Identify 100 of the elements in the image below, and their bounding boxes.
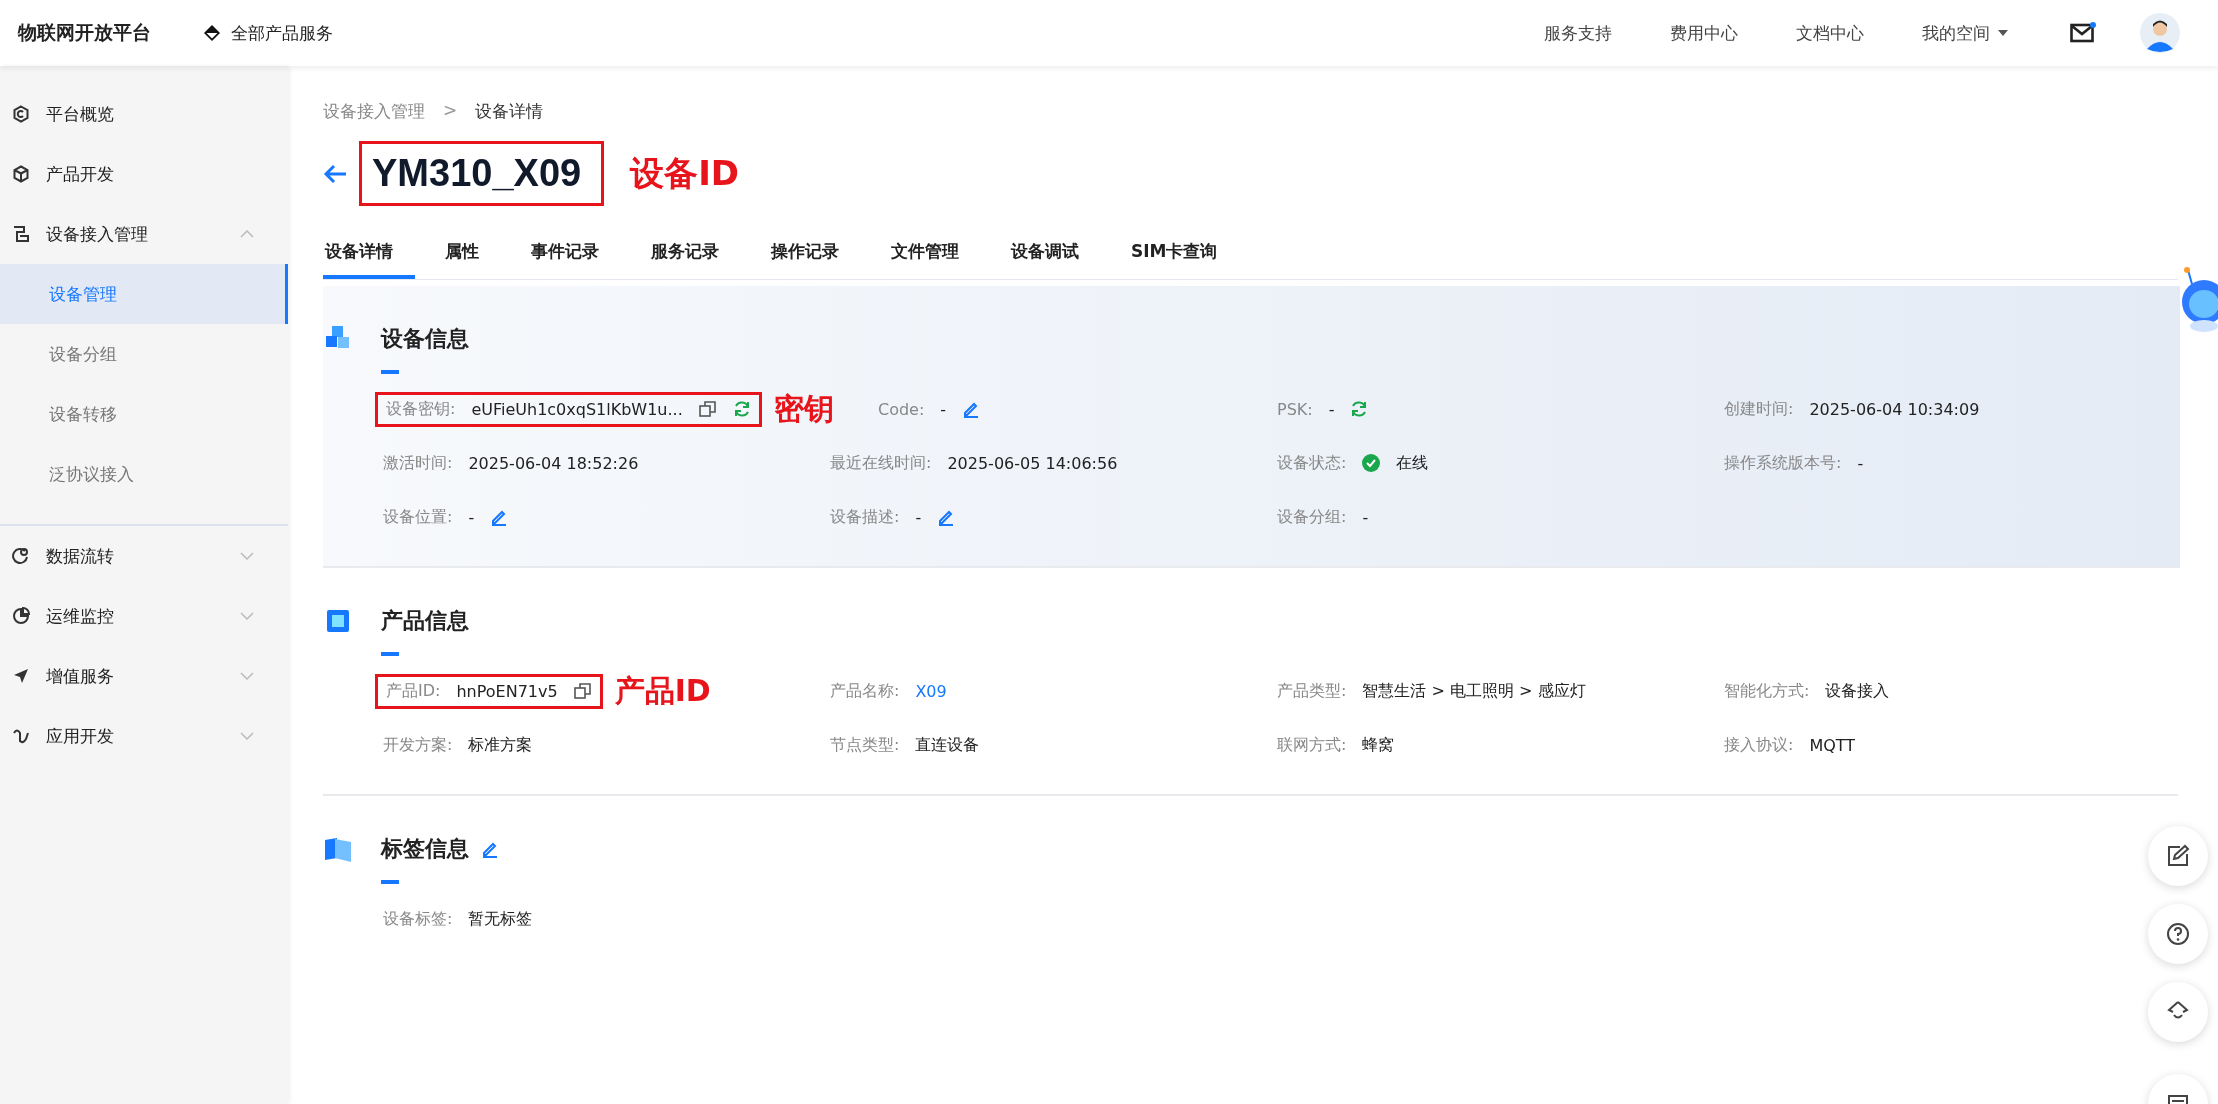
- menu-item-icon: [12, 667, 30, 685]
- field-label: 产品名称:: [830, 680, 900, 702]
- device-title: YM310_X09: [359, 141, 605, 206]
- sidebar-subitem[interactable]: 设备管理: [0, 264, 288, 324]
- field-label: 产品类型:: [1277, 680, 1347, 702]
- nav-link[interactable]: 费用中心: [1670, 21, 1738, 45]
- breadcrumb-separator: >: [443, 100, 458, 122]
- field-value: -: [1362, 507, 1369, 527]
- annotation-label: 密钥: [773, 389, 834, 428]
- chevron-icon: [240, 612, 254, 620]
- menu-item-icon: [12, 607, 30, 625]
- assistant-button[interactable]: [2148, 982, 2208, 1042]
- menu-item-icon: [12, 727, 30, 745]
- sidebar-item[interactable]: 设备接入管理: [0, 204, 288, 264]
- sidebar-item[interactable]: 数据流转: [0, 526, 288, 586]
- refresh-icon[interactable]: [732, 400, 751, 418]
- field-label: 最近在线时间:: [830, 452, 932, 474]
- menu-item-icon: [12, 547, 30, 565]
- chevron-icon: [240, 230, 254, 238]
- section-title: 标签信息: [381, 835, 469, 863]
- field-label: 设备标签:: [383, 908, 453, 930]
- field-label: 设备位置:: [383, 506, 453, 528]
- tab[interactable]: 服务记录: [629, 230, 741, 279]
- field-value: -: [1328, 399, 1335, 419]
- field-label: 激活时间:: [383, 452, 453, 474]
- sidebar-subitem[interactable]: 设备转移: [0, 384, 288, 444]
- field-value: 在线: [1396, 452, 1429, 474]
- feedback-button[interactable]: [2148, 826, 2208, 886]
- annotation-label: 产品ID: [614, 671, 711, 710]
- field-label: 联网方式:: [1277, 734, 1347, 756]
- help-icon: [2166, 922, 2190, 946]
- field-label: 设备描述:: [830, 506, 900, 528]
- menu-item-icon: [12, 105, 30, 123]
- minimize-icon: [2166, 1094, 2190, 1104]
- field-value: -: [915, 507, 922, 527]
- tab[interactable]: SIM卡查询: [1109, 230, 1240, 279]
- field-label: 操作系统版本号:: [1724, 452, 1842, 474]
- edit-icon[interactable]: [481, 840, 499, 858]
- all-products-link[interactable]: 全部产品服务: [203, 21, 333, 45]
- field-value: 2025-06-04 10:34:09: [1809, 399, 1980, 419]
- avatar-icon[interactable]: [2140, 13, 2180, 53]
- field-label: PSK:: [1277, 399, 1313, 419]
- chevron-icon: [240, 672, 254, 680]
- edit-icon[interactable]: [962, 400, 981, 418]
- tab[interactable]: 设备详情: [323, 230, 415, 279]
- menu-item-icon: [12, 225, 30, 243]
- product-name-link[interactable]: X09: [915, 681, 947, 701]
- nav-link[interactable]: 服务支持: [1544, 21, 1612, 45]
- back-arrow-icon[interactable]: [323, 163, 347, 184]
- tab[interactable]: 属性: [423, 230, 501, 279]
- section-title: 产品信息: [381, 607, 469, 635]
- field-label: 接入协议:: [1724, 734, 1794, 756]
- field-value: hnPoEN71v5: [456, 681, 558, 701]
- edit-icon: [2166, 844, 2190, 868]
- brand-title: 物联网开放平台: [18, 20, 151, 45]
- field-value: 智慧生活 > 电工照明 > 感应灯: [1362, 680, 1586, 702]
- tab[interactable]: 操作记录: [749, 230, 861, 279]
- tab[interactable]: 事件记录: [509, 230, 621, 279]
- breadcrumb-link[interactable]: 设备接入管理: [323, 100, 425, 123]
- field-value: 暂无标签: [468, 908, 533, 930]
- tab[interactable]: 文件管理: [869, 230, 981, 279]
- field-label: 节点类型:: [830, 734, 900, 756]
- field-label: 设备密钥:: [386, 398, 456, 420]
- workspace-dropdown[interactable]: 我的空间: [1922, 21, 2008, 45]
- sidebar-item[interactable]: 运维监控: [0, 586, 288, 646]
- edit-icon[interactable]: [490, 508, 509, 526]
- field-value: 2025-06-05 14:06:56: [947, 453, 1118, 473]
- mail-icon[interactable]: [2070, 22, 2096, 44]
- field-value: eUFieUh1c0xqS1lKbW1u...: [471, 399, 683, 419]
- field-value: 标准方案: [468, 734, 533, 756]
- field-value: -: [940, 399, 947, 419]
- annotation-label: 设备ID: [630, 151, 740, 195]
- breadcrumb-link[interactable]: 设备详情: [475, 100, 544, 123]
- caret-icon: [1998, 30, 2008, 36]
- edit-icon[interactable]: [937, 508, 956, 526]
- sidebar-item[interactable]: 应用开发: [0, 706, 288, 766]
- field-value: 2025-06-04 18:52:26: [468, 453, 639, 473]
- section-title: 设备信息: [381, 325, 469, 353]
- field-label: 智能化方式:: [1724, 680, 1810, 702]
- field-value: 蜂窝: [1362, 734, 1395, 756]
- sidebar-item[interactable]: 平台概览: [0, 84, 288, 144]
- copy-icon[interactable]: [573, 682, 592, 700]
- nav-link[interactable]: 文档中心: [1796, 21, 1864, 45]
- field-label: 开发方案:: [383, 734, 453, 756]
- menu-item-icon: [12, 165, 30, 183]
- field-value: MQTT: [1809, 735, 1856, 755]
- field-value: -: [468, 507, 475, 527]
- field-label: 设备分组:: [1277, 506, 1347, 528]
- field-value: 直连设备: [915, 734, 980, 756]
- field-label: 设备状态:: [1277, 452, 1347, 474]
- sidebar-subitem[interactable]: 设备分组: [0, 324, 288, 384]
- refresh-icon[interactable]: [1350, 400, 1369, 418]
- sidebar-item[interactable]: 产品开发: [0, 144, 288, 204]
- field-value: 设备接入: [1825, 680, 1890, 702]
- sidebar-subitem[interactable]: 泛协议接入: [0, 444, 288, 504]
- copy-icon[interactable]: [698, 400, 717, 418]
- help-button[interactable]: [2148, 904, 2208, 964]
- tab[interactable]: 设备调试: [989, 230, 1101, 279]
- sidebar-item[interactable]: 增值服务: [0, 646, 288, 706]
- chevron-icon: [240, 552, 254, 560]
